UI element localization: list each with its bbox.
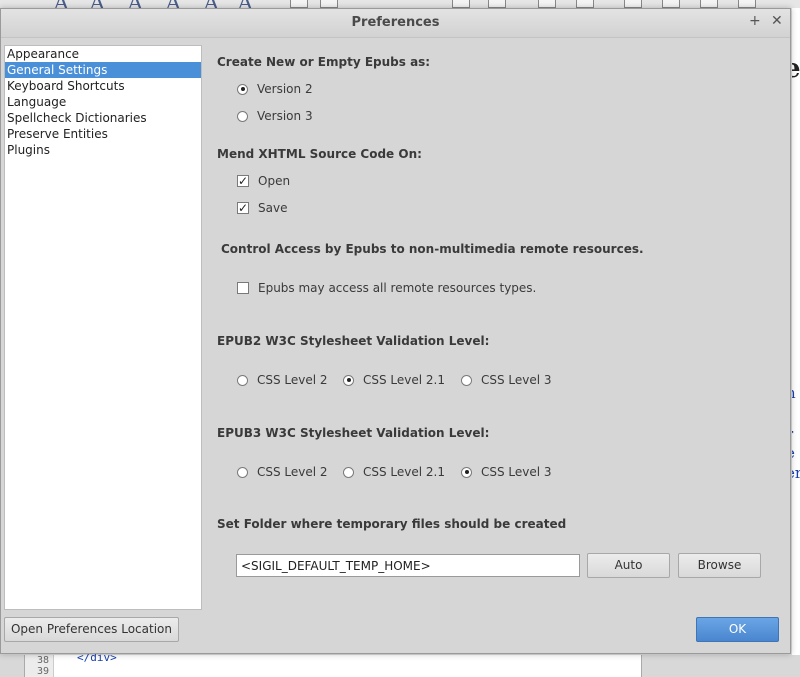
temp-folder-heading: Set Folder where temporary files should …: [217, 517, 567, 531]
list-icon: [488, 0, 506, 8]
radio-indicator[interactable]: [461, 466, 472, 478]
browse-button[interactable]: Browse: [678, 553, 761, 578]
preferences-category-list: Appearance General Settings Keyboard Sho…: [4, 45, 202, 610]
font-a-icon: A: [204, 0, 218, 8]
epub3-css-heading: EPUB3 W3C Stylesheet Validation Level:: [217, 426, 490, 440]
sidebar-item-general-settings[interactable]: General Settings: [5, 62, 201, 78]
sidebar-item-appearance[interactable]: Appearance: [5, 46, 201, 62]
mend-heading: Mend XHTML Source Code On:: [217, 147, 422, 161]
list-icon: [452, 0, 470, 8]
preview-fragment: n: [792, 384, 796, 402]
preview-fragment: e: [792, 54, 800, 84]
epub-version-heading: Create New or Empty Epubs as:: [217, 55, 431, 69]
title-bar: Preferences + ✕: [1, 9, 790, 38]
table-icon: [738, 0, 756, 8]
outdent-icon: [576, 0, 594, 8]
radio-label: CSS Level 2: [257, 373, 328, 387]
auto-button[interactable]: Auto: [587, 553, 670, 578]
preview-fragment: er: [792, 464, 800, 482]
epub2-css-level-2-1-radio[interactable]: CSS Level 2.1: [343, 372, 445, 388]
epub3-css-level-2-radio[interactable]: CSS Level 2: [237, 464, 328, 480]
radio-indicator[interactable]: [237, 466, 248, 478]
indent-icon: [538, 0, 556, 8]
dialog-title: Preferences: [351, 15, 440, 30]
table-icon: [662, 0, 680, 8]
font-a-icon: A: [128, 0, 142, 8]
sidebar-item-preserve-entities[interactable]: Preserve Entities: [5, 126, 201, 142]
radio-label: Version 3: [257, 109, 313, 123]
preferences-dialog: Preferences + ✕ Appearance General Setti…: [0, 8, 791, 654]
radio-label: CSS Level 2.1: [363, 465, 446, 479]
preview-fragment: r: [792, 425, 793, 443]
radio-indicator[interactable]: [343, 466, 354, 478]
table-icon: [700, 0, 718, 8]
radio-indicator[interactable]: [237, 374, 248, 386]
remote-resources-checkbox[interactable]: Epubs may access all remote resources ty…: [237, 280, 536, 296]
align-icon: [290, 0, 308, 8]
version-2-radio[interactable]: Version 2: [237, 81, 313, 97]
temp-folder-input[interactable]: [236, 554, 580, 577]
checkbox-label: Save: [258, 201, 288, 215]
line-number: 38: [36, 655, 49, 666]
radio-label: CSS Level 2: [257, 465, 328, 479]
background-toolbar: A A A A A A: [0, 0, 800, 8]
maximize-button[interactable]: +: [749, 13, 761, 29]
mend-save-checkbox[interactable]: ✓ Save: [237, 200, 287, 216]
radio-label: CSS Level 3: [481, 465, 552, 479]
line-number: 39: [36, 666, 49, 677]
radio-indicator[interactable]: [343, 374, 354, 386]
ok-button[interactable]: OK: [696, 617, 779, 642]
close-button[interactable]: ✕: [771, 13, 783, 29]
background-code-area: 38 39 </div>: [0, 651, 800, 677]
version-3-radio[interactable]: Version 3: [237, 108, 313, 124]
open-preferences-location-button[interactable]: Open Preferences Location: [4, 617, 179, 642]
checkbox-label: Epubs may access all remote resources ty…: [258, 281, 537, 295]
radio-indicator[interactable]: [461, 374, 472, 386]
radio-label: CSS Level 3: [481, 373, 552, 387]
checkbox-indicator[interactable]: [237, 282, 249, 294]
mend-open-checkbox[interactable]: ✓ Open: [237, 173, 290, 189]
preview-fragment: e: [792, 444, 795, 462]
radio-indicator[interactable]: [237, 83, 248, 95]
font-a-icon: A: [54, 0, 68, 8]
epub2-css-heading: EPUB2 W3C Stylesheet Validation Level:: [217, 334, 490, 348]
radio-label: Version 2: [257, 82, 313, 96]
font-a-icon: A: [90, 0, 104, 8]
code-editor: 38 39 </div>: [24, 651, 642, 677]
checkmark-icon[interactable]: ✓: [237, 202, 249, 214]
epub2-css-level-2-radio[interactable]: CSS Level 2: [237, 372, 328, 388]
sidebar-item-keyboard-shortcuts[interactable]: Keyboard Shortcuts: [5, 78, 201, 94]
sidebar-item-language[interactable]: Language: [5, 94, 201, 110]
radio-label: CSS Level 2.1: [363, 373, 446, 387]
epub2-css-level-3-radio[interactable]: CSS Level 3: [461, 372, 552, 388]
table-icon: [624, 0, 642, 8]
radio-indicator[interactable]: [237, 110, 248, 122]
align-icon: [320, 0, 338, 8]
checkmark-icon[interactable]: ✓: [237, 175, 249, 187]
checkbox-label: Open: [258, 174, 291, 188]
background-preview-panel: e n r e er: [792, 8, 800, 677]
epub3-css-level-3-radio[interactable]: CSS Level 3: [461, 464, 552, 480]
epub3-css-level-2-1-radio[interactable]: CSS Level 2.1: [343, 464, 445, 480]
remote-resources-heading: Control Access by Epubs to non-multimedi…: [221, 242, 644, 256]
sidebar-item-plugins[interactable]: Plugins: [5, 142, 201, 158]
font-a-icon: A: [238, 0, 252, 8]
sidebar-item-spellcheck-dictionaries[interactable]: Spellcheck Dictionaries: [5, 110, 201, 126]
line-number-gutter: 38 39: [25, 655, 54, 677]
font-a-icon: A: [166, 0, 180, 8]
